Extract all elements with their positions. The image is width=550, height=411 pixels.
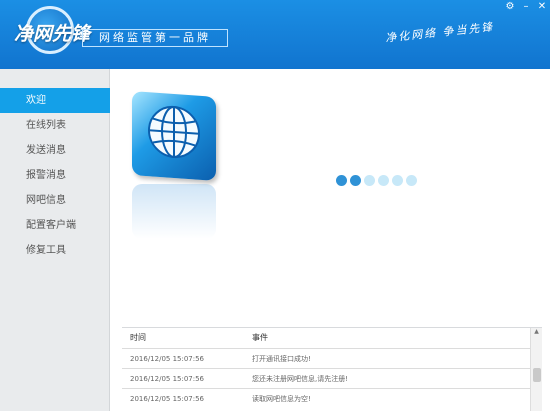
brand-tagline: 净化网络 争当先锋 xyxy=(384,20,495,45)
log-header-row: 时间 事件 xyxy=(122,328,542,348)
log-scrollbar[interactable]: ▲ xyxy=(530,328,542,411)
minimize-button[interactable]: – xyxy=(518,0,534,14)
loading-dot xyxy=(336,175,347,186)
loading-dot xyxy=(364,175,375,186)
sidebar-item-alarm-message[interactable]: 报警消息 xyxy=(0,163,110,188)
log-event-cell: 打开通讯接口成功! xyxy=(252,355,311,363)
sidebar: 欢迎 在线列表 发送消息 报警消息 网吧信息 配置客户端 修复工具 xyxy=(0,69,110,411)
sidebar-item-cafe-info[interactable]: 网吧信息 xyxy=(0,188,110,213)
settings-icon[interactable]: ⚙ xyxy=(502,0,518,14)
globe-graphic xyxy=(148,105,200,159)
event-log: 时间 事件 2016/12/05 15:07:56 打开通讯接口成功! 2016… xyxy=(122,327,542,411)
sidebar-item-welcome[interactable]: 欢迎 xyxy=(0,88,110,113)
main-content: 时间 事件 2016/12/05 15:07:56 打开通讯接口成功! 2016… xyxy=(110,69,550,411)
loading-dot xyxy=(392,175,403,186)
sidebar-item-configure-client[interactable]: 配置客户端 xyxy=(0,213,110,238)
sidebar-item-repair-tool[interactable]: 修复工具 xyxy=(0,238,110,263)
loading-dot xyxy=(406,175,417,186)
log-time-cell: 2016/12/05 15:07:56 xyxy=(130,355,205,363)
loading-indicator xyxy=(336,175,417,186)
sidebar-item-send-message[interactable]: 发送消息 xyxy=(0,138,110,163)
table-row: 2016/12/05 15:07:56 您还未注册网吧信息,请先注册! xyxy=(122,368,542,388)
globe-icon xyxy=(132,91,216,181)
table-row: 2016/12/05 15:07:56 读取网吧信息为空! xyxy=(122,388,542,408)
window-controls: ⚙ – ✕ xyxy=(502,0,550,14)
column-header-event: 事件 xyxy=(252,333,268,342)
app-header: 净网先锋 网络监管第一品牌 净化网络 争当先锋 ⚙ – ✕ xyxy=(0,0,550,69)
scroll-up-icon[interactable]: ▲ xyxy=(531,328,542,338)
loading-dot xyxy=(350,175,361,186)
sidebar-nav: 欢迎 在线列表 发送消息 报警消息 网吧信息 配置客户端 修复工具 xyxy=(0,88,110,263)
table-row: 2016/12/05 15:07:56 打开通讯接口成功! xyxy=(122,348,542,368)
log-event-cell: 您还未注册网吧信息,请先注册! xyxy=(252,375,349,383)
sidebar-item-online-list[interactable]: 在线列表 xyxy=(0,113,110,138)
loading-dot xyxy=(378,175,389,186)
log-event-cell: 读取网吧信息为空! xyxy=(252,395,311,403)
log-time-cell: 2016/12/05 15:07:56 xyxy=(130,395,205,403)
app-logo-text: 净网先锋 xyxy=(14,23,91,45)
column-header-time: 时间 xyxy=(130,333,146,342)
close-button[interactable]: ✕ xyxy=(534,0,550,14)
brand-slogan: 网络监管第一品牌 xyxy=(82,29,228,47)
scrollbar-thumb[interactable] xyxy=(533,368,541,382)
log-time-cell: 2016/12/05 15:07:56 xyxy=(130,375,205,383)
globe-reflection xyxy=(132,184,216,239)
